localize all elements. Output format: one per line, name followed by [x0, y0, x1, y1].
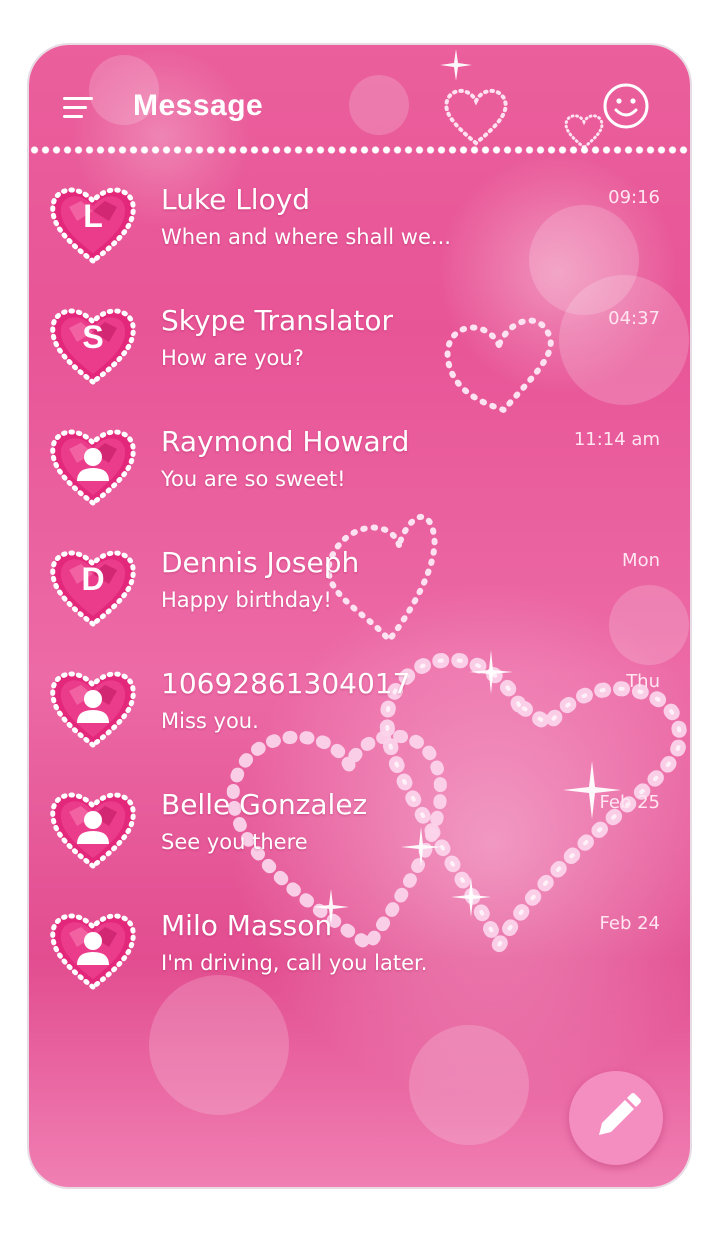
message-time: Mon — [622, 550, 660, 571]
message-time: Thu — [626, 671, 660, 692]
message-time: 09:16 — [608, 187, 660, 208]
heart-avatar-icon — [50, 792, 136, 870]
conversation-row[interactable]: S Skype Translator How are you? 04:37 — [29, 288, 690, 409]
app-header: Message — [29, 45, 690, 155]
avatar — [47, 786, 139, 872]
avatar-letter: S — [82, 319, 104, 355]
contact-name: Luke Lloyd — [161, 183, 311, 216]
message-snippet: See you there — [161, 830, 308, 854]
message-time: Feb 24 — [599, 913, 661, 934]
message-time: 04:37 — [608, 308, 660, 329]
avatar — [47, 665, 139, 751]
message-snippet: I'm driving, call you later. — [161, 951, 428, 975]
message-snippet: Miss you. — [161, 709, 259, 733]
heart-avatar-icon — [50, 671, 136, 749]
contact-name: Belle Gonzalez — [161, 788, 368, 821]
contact-name: Skype Translator — [161, 304, 394, 337]
conversation-row[interactable]: D Dennis Joseph Happy birthday! Mon — [29, 530, 690, 651]
avatar: L — [47, 181, 139, 267]
message-snippet: Happy birthday! — [161, 588, 332, 612]
avatar-letter: L — [83, 198, 103, 234]
heart-avatar-icon — [50, 429, 136, 507]
conversation-row[interactable]: L Luke Lloyd When and where shall we... … — [29, 167, 690, 288]
contact-name: 10692861304017 — [161, 667, 411, 700]
contact-name: Raymond Howard — [161, 425, 410, 458]
message-snippet: You are so sweet! — [161, 467, 346, 491]
conversation-row[interactable]: Belle Gonzalez See you there Feb 25 — [29, 772, 690, 893]
menu-icon[interactable] — [63, 97, 93, 121]
message-snippet: How are you? — [161, 346, 304, 370]
avatar — [47, 423, 139, 509]
pencil-icon — [599, 1093, 641, 1135]
contact-name: Dennis Joseph — [161, 546, 360, 579]
compose-button[interactable] — [569, 1071, 663, 1165]
avatar — [47, 907, 139, 993]
contact-name: Milo Masson — [161, 909, 333, 942]
conversation-row[interactable]: 10692861304017 Miss you. Thu — [29, 651, 690, 772]
avatar-letter: D — [81, 561, 105, 597]
message-snippet: When and where shall we... — [161, 225, 451, 249]
phone-screen: Message L Luke Lloyd When and where shal… — [29, 45, 690, 1187]
message-time: 11:14 am — [573, 429, 660, 450]
pearl-divider — [29, 145, 690, 155]
conversation-row[interactable]: Milo Masson I'm driving, call you later.… — [29, 893, 690, 1014]
message-time: Feb 25 — [599, 792, 661, 813]
page-title: Message — [133, 89, 264, 122]
avatar: D — [47, 544, 139, 630]
avatar: S — [47, 302, 139, 388]
smile-icon[interactable] — [601, 81, 651, 131]
conversation-row[interactable]: Raymond Howard You are so sweet! 11:14 a… — [29, 409, 690, 530]
heart-decoration-icon — [444, 88, 508, 146]
heart-avatar-icon — [50, 913, 136, 991]
